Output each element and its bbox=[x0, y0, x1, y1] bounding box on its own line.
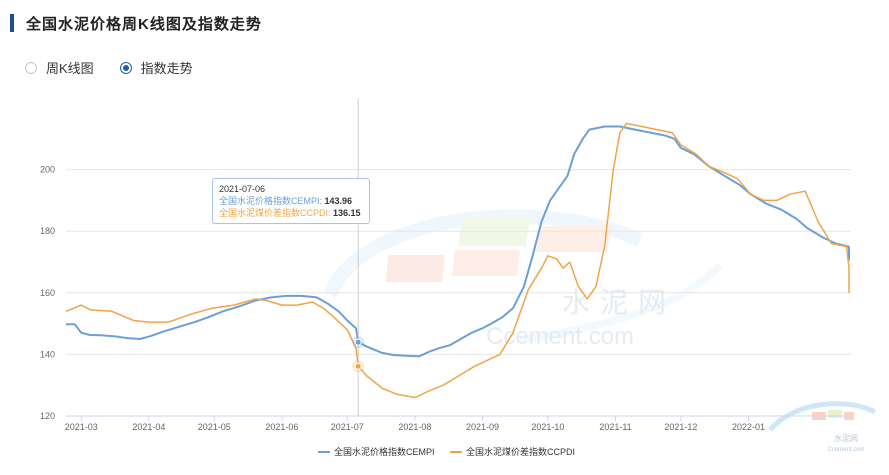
y-tick-label: 120 bbox=[40, 411, 55, 421]
x-tick-label: 2021-10 bbox=[531, 422, 564, 432]
legend-item-cempi-label: 全国水泥价格指数CEMPI bbox=[334, 446, 435, 457]
legend-item-ccpdi[interactable]: 全国水泥煤价差指数CCPDI bbox=[450, 446, 575, 457]
x-tick-label: 2022-01 bbox=[732, 422, 765, 432]
tooltip-cempi-row: 全国水泥价格指数CEMPI: 143.96 bbox=[219, 195, 363, 207]
tooltip-ccpdi-row: 全国水泥煤价差指数CCPDI: 136.15 bbox=[219, 207, 363, 219]
y-tick-label: 140 bbox=[40, 349, 55, 359]
y-tick-label: 160 bbox=[40, 288, 55, 298]
tooltip-cempi-label: 全国水泥价格指数CEMPI: bbox=[219, 196, 323, 206]
x-tick-label: 2021-08 bbox=[398, 422, 431, 432]
x-tick-label: 2021-05 bbox=[198, 422, 231, 432]
x-tick-label: 2021-06 bbox=[265, 422, 298, 432]
watermark-logo-text: 水泥网 bbox=[562, 287, 676, 319]
y-tick-label: 200 bbox=[40, 165, 55, 175]
watermark-domain-text: Ccement.com bbox=[486, 323, 634, 350]
ccpdi-highlight-point bbox=[354, 362, 362, 370]
legend-item-cempi[interactable]: 全国水泥价格指数CEMPI bbox=[318, 446, 435, 457]
x-tick-label: 2021-03 bbox=[65, 422, 98, 432]
legend-item-ccpdi-label: 全国水泥煤价差指数CCPDI bbox=[466, 446, 575, 457]
cempi-highlight-point bbox=[354, 338, 362, 346]
corner-logo-text: 水泥网 bbox=[834, 433, 858, 443]
corner-logo-domain: Ccement.com bbox=[827, 447, 864, 453]
x-tick-label: 2021-11 bbox=[599, 422, 631, 432]
cempi-series-line[interactable] bbox=[66, 125, 850, 358]
x-tick-label: 2021-07 bbox=[331, 422, 364, 432]
x-tick-label: 2021-09 bbox=[466, 422, 499, 432]
tooltip-cempi-value: 143.96 bbox=[324, 196, 353, 206]
tooltip-ccpdi-value: 136.15 bbox=[333, 208, 361, 218]
x-tick-label: 2021-04 bbox=[132, 422, 165, 432]
corner-logo: 水泥网 Ccement.com bbox=[768, 401, 877, 453]
y-tick-label: 180 bbox=[40, 226, 55, 236]
chart-tooltip: 2021-07-06 全国水泥价格指数CEMPI: 143.96 全国水泥煤价差… bbox=[212, 178, 370, 224]
tooltip-date: 2021-07-06 bbox=[219, 184, 266, 194]
x-tick-label: 2021-12 bbox=[664, 422, 697, 432]
index-trend-chart[interactable]: 水泥网 Ccement.com 水泥网 Ccement.com 120 140 16… bbox=[0, 0, 889, 475]
tooltip-ccpdi-label: 全国水泥煤价差指数CCPDI: bbox=[219, 208, 331, 218]
